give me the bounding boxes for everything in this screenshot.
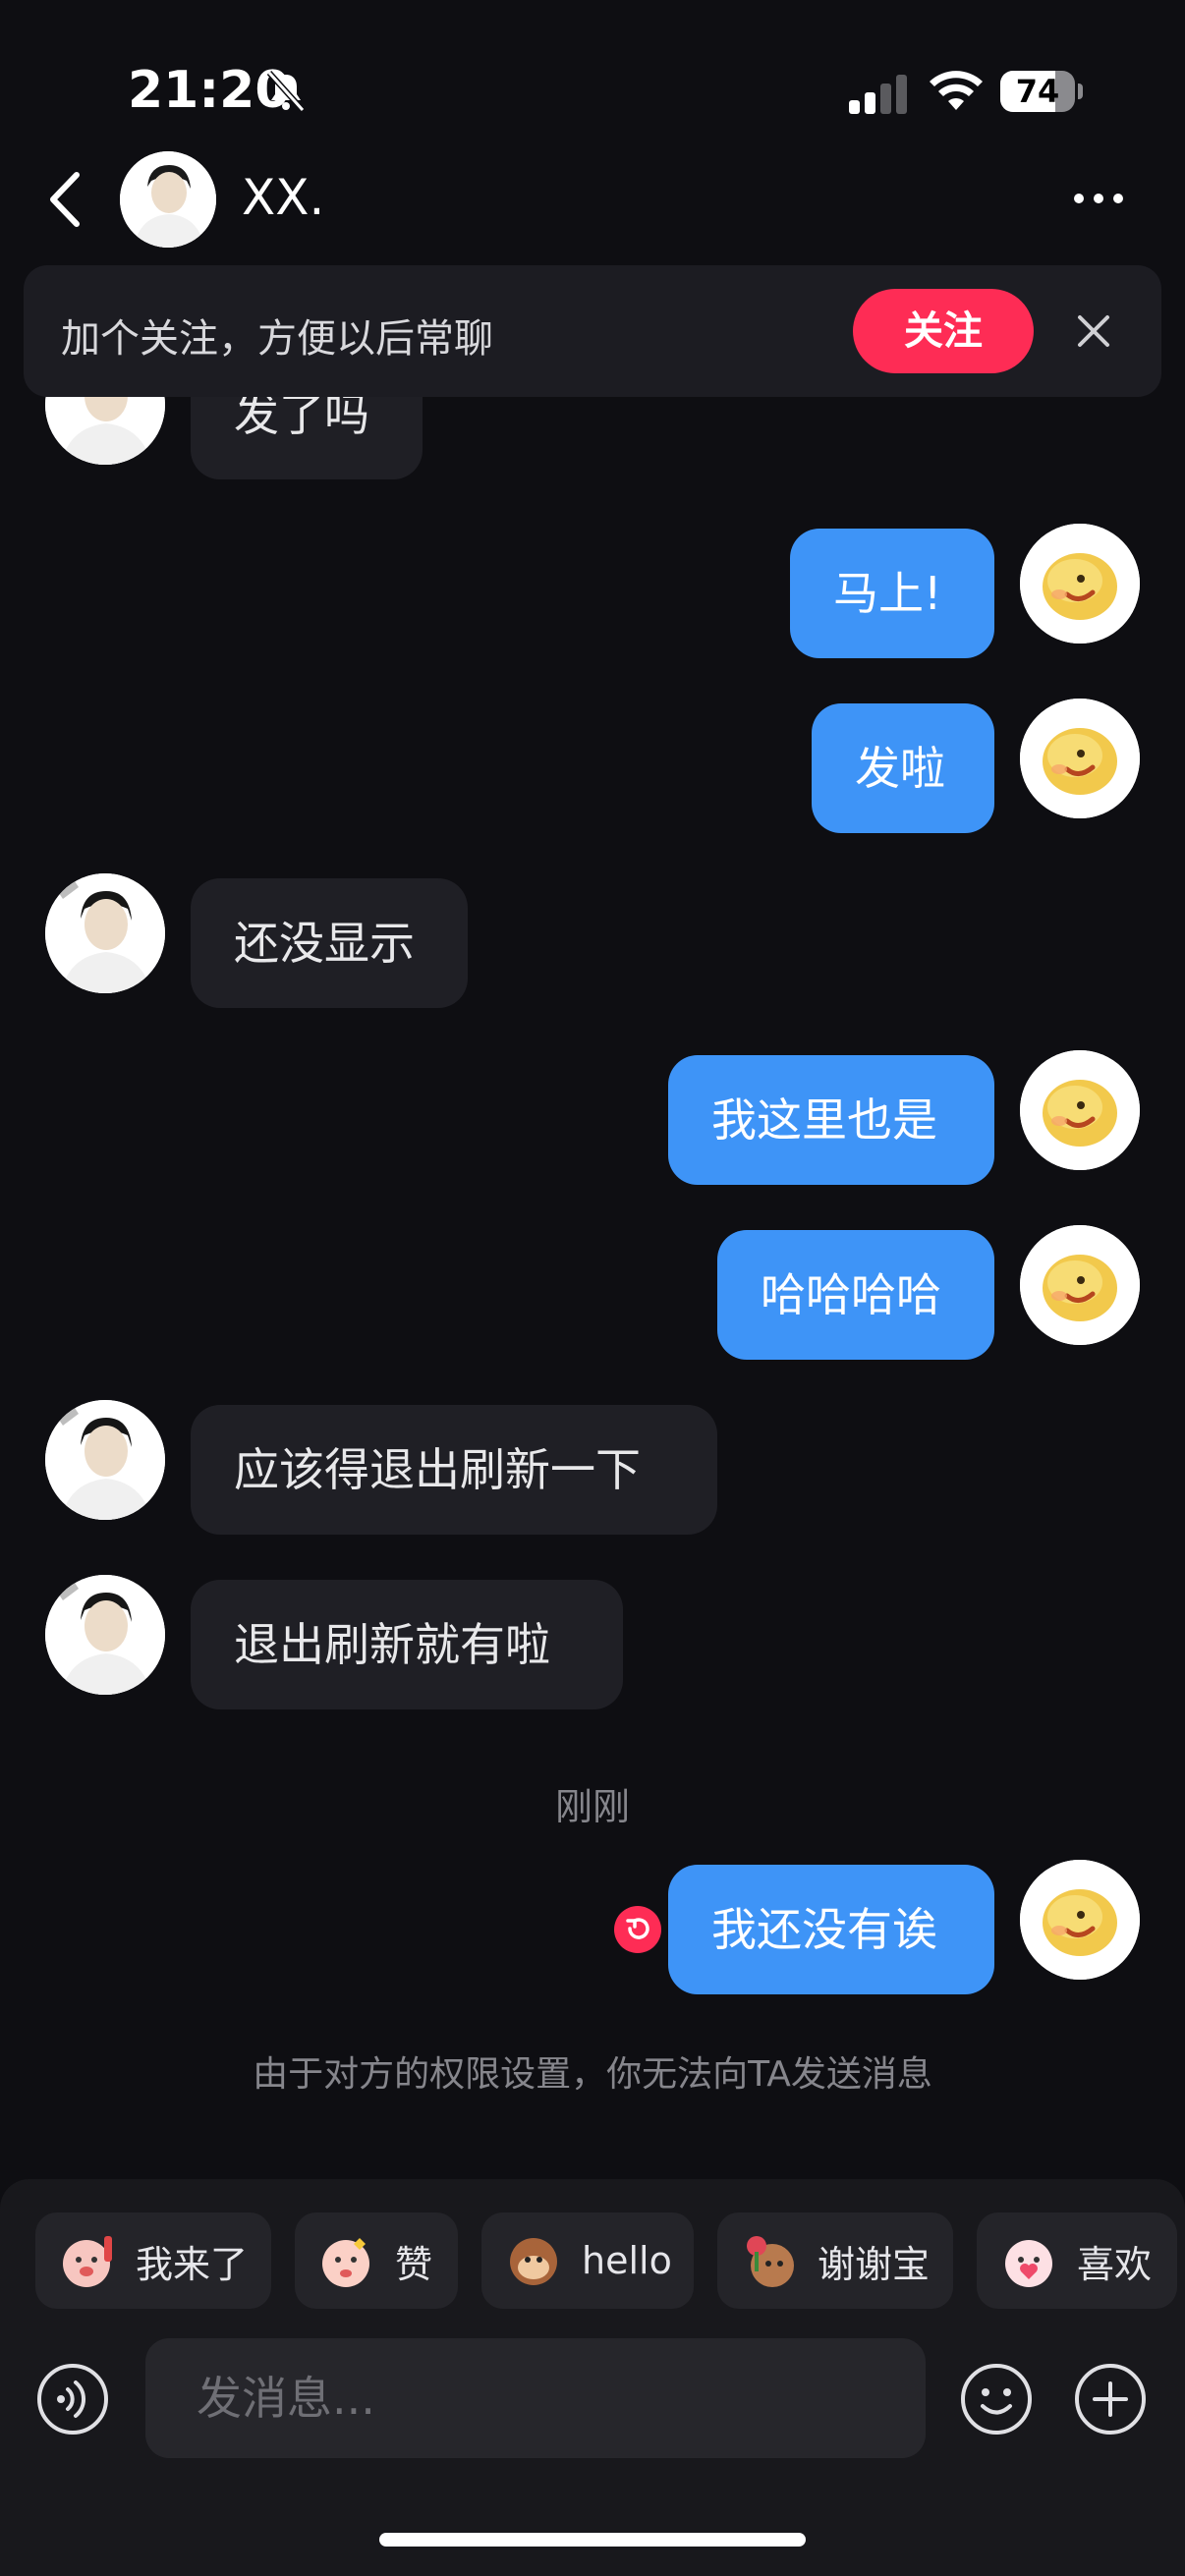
bell-muted-icon: [266, 70, 306, 113]
emoji-icon[interactable]: [959, 2362, 1034, 2436]
my-avatar[interactable]: [1020, 1050, 1140, 1170]
quick-reply-chip[interactable]: 谢谢宝: [717, 2212, 953, 2309]
quick-reply-label: 喜欢: [1077, 2242, 1153, 2286]
quick-reply-chip[interactable]: 赞: [295, 2212, 458, 2309]
my-avatar[interactable]: [1020, 1860, 1140, 1980]
back-chevron-icon[interactable]: [45, 169, 85, 230]
contact-avatar[interactable]: [120, 151, 216, 248]
battery-indicator: 74: [1000, 71, 1083, 112]
more-options-icon[interactable]: [1071, 183, 1126, 214]
my-avatar[interactable]: [1020, 524, 1140, 644]
sticker-monkey-icon: [503, 2230, 564, 2291]
quick-reply-chip[interactable]: hello: [481, 2212, 694, 2309]
quick-reply-label: 赞: [395, 2242, 433, 2286]
follow-banner-text: 加个关注，方便以后常聊: [61, 316, 493, 362]
contact-avatar-small[interactable]: [45, 1400, 165, 1520]
sent-message-bubble[interactable]: 发啦: [812, 703, 994, 833]
voice-input-icon[interactable]: [35, 2362, 110, 2436]
quick-reply-chip[interactable]: 我来了: [35, 2212, 271, 2309]
battery-percent: 74: [1015, 73, 1060, 110]
time-divider: 刚刚: [554, 1785, 630, 1828]
received-message-bubble[interactable]: 还没显示: [191, 878, 468, 1008]
plus-more-icon[interactable]: [1073, 2362, 1148, 2436]
sticker-rose-icon: [739, 2230, 800, 2291]
my-avatar[interactable]: [1020, 1225, 1140, 1345]
contact-name[interactable]: XX.: [242, 169, 324, 226]
my-avatar[interactable]: [1020, 699, 1140, 818]
received-message-bubble[interactable]: 退出刷新就有啦: [191, 1580, 623, 1709]
received-message-bubble[interactable]: 应该得退出刷新一下: [191, 1405, 717, 1535]
contact-avatar-small[interactable]: [45, 1575, 165, 1695]
sticker-wave-icon: [57, 2230, 118, 2291]
home-indicator: [379, 2533, 806, 2547]
permission-notice: 由于对方的权限设置，你无法向TA发送消息: [253, 2054, 932, 2095]
quick-reply-label: 我来了: [136, 2242, 249, 2286]
close-banner-icon[interactable]: [1073, 310, 1114, 352]
quick-reply-label: hello: [582, 2239, 672, 2282]
sticker-heart-icon: [998, 2230, 1059, 2291]
follow-button[interactable]: 关注: [853, 289, 1034, 373]
quick-reply-chip[interactable]: 喜欢: [977, 2212, 1177, 2309]
sent-message-bubble[interactable]: 我还没有诶: [668, 1865, 994, 1994]
quick-reply-label: 谢谢宝: [818, 2242, 931, 2286]
cellular-signal-icon: [849, 75, 907, 114]
sticker-thumbs-icon: [316, 2230, 377, 2291]
message-input[interactable]: [145, 2338, 926, 2458]
resend-failed-icon[interactable]: [613, 1905, 662, 1954]
sent-message-bubble[interactable]: 我这里也是: [668, 1055, 994, 1185]
contact-avatar-small[interactable]: [45, 873, 165, 993]
sent-message-bubble[interactable]: 哈哈哈哈: [717, 1230, 994, 1360]
sent-message-bubble[interactable]: 马上!: [790, 529, 994, 658]
wifi-icon: [930, 71, 983, 110]
